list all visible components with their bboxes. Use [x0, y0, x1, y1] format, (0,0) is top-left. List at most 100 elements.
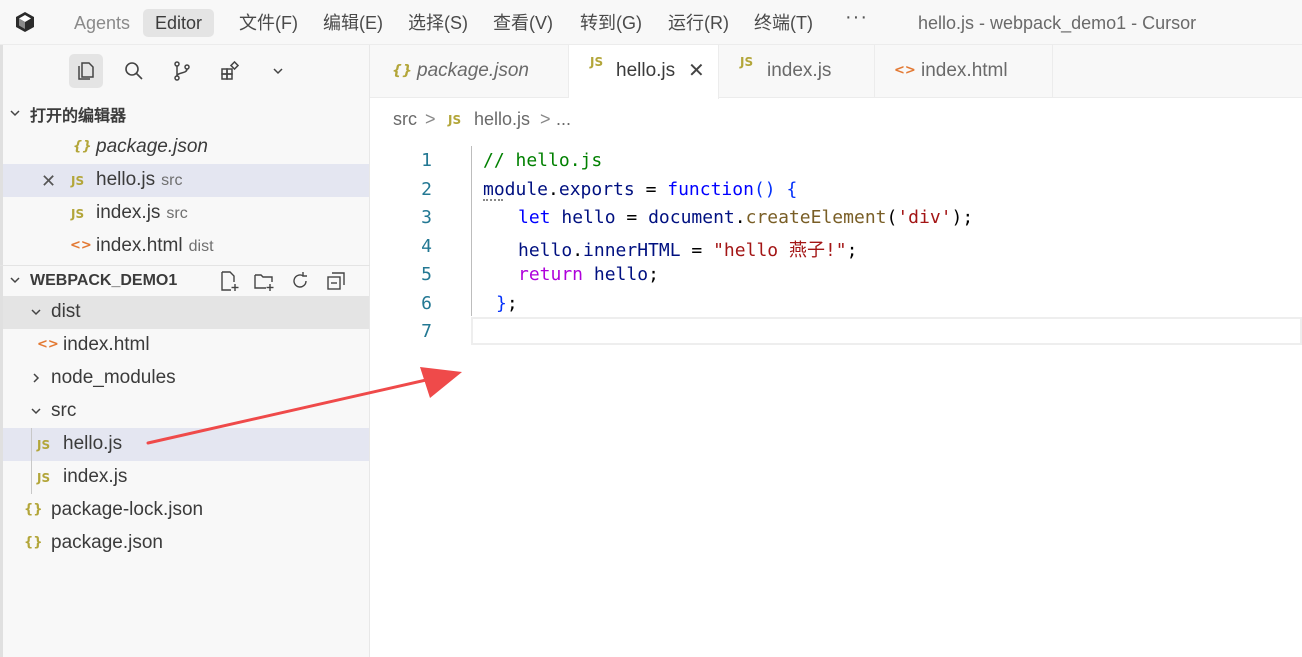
tree-file[interactable]: <> index.html — [3, 329, 369, 362]
close-editor-icon[interactable]: ✕ — [41, 171, 56, 192]
code-token: . — [572, 240, 584, 261]
json-file-icon: {} — [73, 139, 92, 154]
new-folder-icon[interactable] — [253, 270, 275, 292]
open-editor-label: index.js — [96, 202, 161, 223]
code-line-5[interactable]: return hello; — [518, 264, 659, 285]
editor-toggle[interactable]: Editor — [143, 9, 215, 37]
open-editors-title: 打开的编辑器 — [30, 108, 127, 125]
chevron-down-icon — [10, 277, 20, 284]
code-token: = — [680, 240, 714, 261]
menu-run[interactable]: 运行(R) — [668, 9, 729, 37]
code-line-6[interactable]: }; — [496, 293, 518, 314]
chevron-down-icon[interactable] — [261, 54, 295, 88]
tab-index-html[interactable]: <> index.html — [875, 45, 1053, 98]
code-token: 'div' — [897, 207, 952, 228]
menu-selection[interactable]: 选择(S) — [408, 9, 468, 37]
workspace-title: WEBPACK_DEMO1 — [30, 271, 178, 289]
open-editor-item-active[interactable]: ✕ JS hello.js src — [3, 164, 369, 197]
tab-index-js[interactable]: JS index.js — [719, 45, 875, 98]
tree-file-selected[interactable]: JS hello.js — [3, 428, 369, 461]
breadcrumb-separator: > — [540, 109, 551, 129]
code-token: innerHTML — [583, 240, 681, 261]
open-editor-folder: dist — [188, 238, 214, 255]
html-file-icon: <> — [37, 337, 59, 352]
code-line-1[interactable]: // hello.js — [483, 150, 602, 171]
html-file-icon: <> — [894, 63, 916, 78]
tree-folder-dist[interactable]: dist — [3, 296, 369, 329]
code-token: module — [483, 179, 549, 200]
tab-label: hello.js — [616, 60, 676, 81]
js-file-icon: JS — [71, 207, 85, 221]
open-editors-header[interactable]: 打开的编辑器 — [0, 99, 370, 129]
tree-label: index.html — [63, 334, 150, 355]
cursor-logo-icon[interactable] — [14, 11, 36, 33]
tree-label: package-lock.json — [51, 499, 204, 520]
tree-label: src — [51, 400, 77, 421]
menu-view[interactable]: 查看(V) — [493, 9, 553, 37]
code-token: ); — [951, 207, 974, 228]
refresh-icon[interactable] — [289, 270, 311, 292]
tree-folder-node-modules[interactable]: node_modules — [3, 362, 369, 395]
close-tab-icon[interactable]: ✕ — [688, 58, 705, 83]
code-token: ; — [846, 240, 858, 261]
tree-label: node_modules — [51, 367, 176, 388]
code-token: . — [548, 179, 559, 200]
code-line-3[interactable]: let hello = document.createElement('div'… — [518, 207, 973, 228]
code-token: exports — [558, 179, 635, 200]
search-icon[interactable] — [117, 54, 151, 88]
menu-go[interactable]: 转到(G) — [580, 9, 642, 37]
collapse-all-icon[interactable] — [325, 270, 347, 292]
source-control-icon[interactable] — [165, 54, 199, 88]
agents-toggle[interactable]: Agents — [62, 9, 142, 37]
menu-terminal[interactable]: 终端(T) — [754, 9, 813, 37]
breadcrumb-separator: > — [425, 109, 436, 129]
window-title: hello.js - webpack_demo1 - Cursor — [918, 13, 1197, 33]
title-bar: Agents Editor 文件(F) 编辑(E) 选择(S) 查看(V) 转到… — [0, 0, 1302, 45]
code-token: hello — [518, 240, 573, 261]
breadcrumb-file[interactable]: hello.js — [474, 109, 530, 130]
open-editor-folder: src — [166, 205, 188, 222]
line-number: 4 — [421, 236, 432, 257]
js-file-icon: JS — [71, 174, 85, 188]
code-token: createElement — [745, 207, 887, 228]
tree-label: package.json — [51, 532, 163, 553]
json-file-icon: {} — [24, 502, 43, 517]
more-menu-button[interactable]: ··· — [845, 6, 868, 29]
chevron-down-icon — [31, 309, 41, 316]
breadcrumb-symbols[interactable]: ... — [556, 109, 571, 130]
open-editor-item[interactable]: {} package.json — [3, 131, 369, 164]
code-token: ; — [506, 293, 518, 314]
code-token: ; — [648, 264, 659, 285]
code-comment: // hello.js — [483, 150, 603, 171]
tree-folder-src[interactable]: src — [3, 395, 369, 428]
json-file-icon: {} — [24, 535, 43, 550]
extensions-icon[interactable] — [213, 54, 247, 88]
current-line-highlight — [471, 317, 1302, 345]
open-editor-item[interactable]: JS index.js src — [3, 197, 369, 230]
tree-file[interactable]: {} package.json — [3, 527, 369, 560]
tree-label: dist — [51, 301, 81, 322]
open-editor-item[interactable]: <> index.html dist — [3, 230, 369, 263]
code-token: } — [496, 293, 507, 314]
tree-file[interactable]: JS index.js — [3, 461, 369, 494]
code-token: () { — [753, 179, 798, 200]
tree-indent-guide — [31, 428, 32, 494]
menu-edit[interactable]: 编辑(E) — [323, 9, 383, 37]
line-number: 1 — [421, 150, 432, 171]
explorer-header[interactable]: WEBPACK_DEMO1 — [0, 265, 370, 295]
new-file-icon[interactable] — [218, 270, 240, 292]
explorer-icon[interactable] — [69, 54, 103, 88]
line-number: 7 — [421, 321, 432, 342]
code-line-2[interactable]: module.exports = function() { — [483, 179, 797, 200]
code-token: ( — [886, 207, 898, 228]
js-file-icon: JS — [740, 55, 754, 69]
tree-file[interactable]: {} package-lock.json — [3, 494, 369, 527]
menu-file[interactable]: 文件(F) — [239, 9, 298, 37]
code-token: . — [734, 207, 746, 228]
code-line-4[interactable]: hello.innerHTML = "hello 燕子!"; — [518, 236, 857, 262]
tab-package-json[interactable]: {} package.json — [370, 45, 569, 98]
chevron-right-icon — [33, 373, 40, 383]
tree-label: index.js — [63, 466, 128, 487]
breadcrumb-folder[interactable]: src — [393, 109, 417, 130]
tab-hello-js[interactable]: JS hello.js ✕ — [569, 45, 719, 99]
